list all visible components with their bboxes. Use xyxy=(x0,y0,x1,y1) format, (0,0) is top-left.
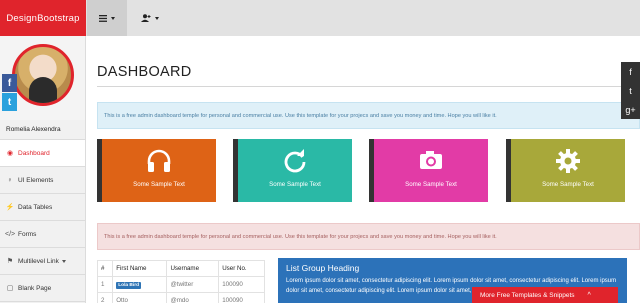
promo-button[interactable]: More Free Templates & Snippets ^ xyxy=(472,287,618,303)
info-alert: This is a free admin dashboard temple fo… xyxy=(97,102,640,129)
table-row: 2 Otto @mdo 100090 xyxy=(96,292,265,303)
sidebar-item-label: Blank Page xyxy=(18,284,52,292)
camera-icon xyxy=(420,151,442,169)
sidebar-item-ui-elements[interactable]: ♀ UI Elements xyxy=(0,167,85,194)
profile-username: Romelia Alexendra xyxy=(0,120,85,140)
file-icon: ▢ xyxy=(6,285,14,292)
menu-toggle-button[interactable] xyxy=(87,0,127,36)
twitter-icon[interactable]: t xyxy=(621,81,640,100)
sidebar-item-dashboard[interactable]: ◉ Dashboard xyxy=(0,140,85,167)
divider xyxy=(97,86,640,87)
chevron-down-icon xyxy=(61,259,66,263)
sidebar-item-forms[interactable]: </> Forms xyxy=(0,221,85,248)
facebook-icon[interactable]: f xyxy=(621,62,640,81)
danger-alert: This is a free admin dashboard temple fo… xyxy=(97,223,640,250)
table-header-row: # First Name Username User No. xyxy=(96,260,265,277)
table-cell: 1 xyxy=(96,276,114,293)
sidebar-item-multilevel-link[interactable]: ⚑ Multilevel Link xyxy=(0,248,85,275)
table-cell: 2 xyxy=(96,292,114,303)
chevron-up-icon: ^ xyxy=(587,291,591,299)
google-plus-icon[interactable]: g+ xyxy=(621,100,640,119)
chevron-down-icon xyxy=(111,16,115,20)
name-badge: Lola Bird xyxy=(116,282,142,289)
avatar xyxy=(12,44,74,106)
sidebar-profile: f t xyxy=(0,36,85,120)
page-title: DASHBOARD xyxy=(97,64,192,80)
table-cell: 100090 xyxy=(218,276,265,293)
chevron-down-icon xyxy=(155,16,159,20)
sidebar-item-data-tables[interactable]: ⚡ Data Tables xyxy=(0,194,85,221)
sidebar-item-label: Data Tables xyxy=(18,203,53,211)
sidebar-item-label: Multilevel Link xyxy=(18,257,59,265)
top-navbar: DesignBootstrap xyxy=(0,0,640,36)
tile-label: Some Sample Text xyxy=(405,181,457,188)
tile-refresh[interactable]: Some Sample Text xyxy=(233,139,352,202)
table-cell: @twitter xyxy=(166,276,220,293)
tile-label: Some Sample Text xyxy=(269,181,321,188)
lightbulb-icon: ♀ xyxy=(7,176,13,184)
tile-label: Some Sample Text xyxy=(542,181,594,188)
table-cell: 100090 xyxy=(218,292,265,303)
promo-label: More Free Templates & Snippets xyxy=(480,291,575,299)
list-group-heading: List Group Heading xyxy=(286,263,360,273)
column-header: # xyxy=(96,260,114,277)
refresh-icon xyxy=(284,149,306,173)
tile-headphones[interactable]: Some Sample Text xyxy=(97,139,216,202)
column-header: User No. xyxy=(218,260,265,277)
main-content: DASHBOARD This is a free admin dashboard… xyxy=(87,36,640,303)
users-table: # First Name Username User No. 1 Lola Bi… xyxy=(96,260,265,303)
sidebar: f t Romelia Alexendra ◉ Dashboard ♀ UI E… xyxy=(0,36,86,303)
dashboard-icon: ◉ xyxy=(6,150,14,157)
table-cell: Otto xyxy=(112,292,168,303)
tile-gear[interactable]: Some Sample Text xyxy=(506,139,625,202)
table-cell: @mdo xyxy=(166,292,220,303)
menu-icon xyxy=(99,14,107,22)
column-header: First Name xyxy=(112,260,168,277)
brand-logo[interactable]: DesignBootstrap xyxy=(0,0,86,36)
user-add-icon xyxy=(141,14,151,22)
sidebar-item-label: UI Elements xyxy=(18,176,54,184)
table-cell: Lola Bird xyxy=(112,276,168,293)
user-menu-button[interactable] xyxy=(130,0,170,36)
sidebar-item-label: Forms xyxy=(18,230,37,238)
tile-label: Some Sample Text xyxy=(133,181,185,188)
twitter-icon[interactable]: t xyxy=(2,93,17,111)
sidebar-item-blank-page[interactable]: ▢ Blank Page xyxy=(0,275,85,302)
table-icon: ⚡ xyxy=(5,204,15,211)
headphones-icon xyxy=(147,149,171,172)
code-icon: </> xyxy=(5,230,16,238)
table-row: 1 Lola Bird @twitter 100090 xyxy=(96,276,265,293)
sidebar-item-label: Dashboard xyxy=(18,149,50,157)
tile-camera[interactable]: Some Sample Text xyxy=(369,139,488,202)
gear-icon xyxy=(556,149,580,173)
column-header: Username xyxy=(166,260,220,277)
sitemap-icon: ⚑ xyxy=(6,258,14,265)
facebook-icon[interactable]: f xyxy=(2,74,17,92)
